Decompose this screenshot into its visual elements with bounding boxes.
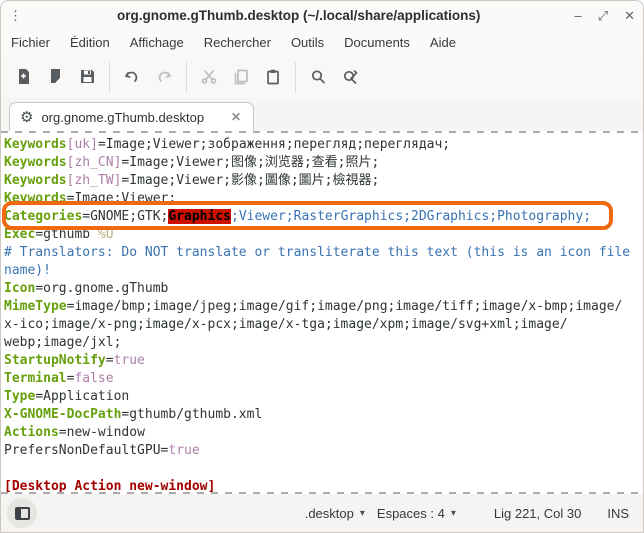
search-replace-button[interactable] (336, 63, 364, 91)
restore-button[interactable]: ⤢ (598, 9, 608, 22)
code-line: Icon=org.gnome.gThumb (4, 280, 643, 298)
new-document-icon (15, 68, 32, 85)
code-line: Categories=GNOME;GTK;Graphics;Viewer;Ras… (4, 208, 643, 226)
save-icon (79, 68, 96, 85)
copy-icon (232, 68, 250, 86)
bottom-dashed-divider (1, 492, 643, 494)
code-line: MimeType=image/bmp;image/jpeg;image/gif;… (4, 298, 643, 316)
window-menu-dots-icon[interactable]: ⋮ (9, 11, 23, 20)
undo-icon (123, 68, 141, 86)
menu-item-fichier[interactable]: Fichier (1, 31, 60, 54)
menu-item-edition[interactable]: Édition (60, 31, 120, 54)
tab-width-dropdown[interactable]: Espaces : 4 ▾ (371, 502, 462, 525)
paste-button[interactable] (259, 63, 287, 91)
menu-item-rechercher[interactable]: Rechercher (194, 31, 281, 54)
code-line: [Desktop Action new-window] (4, 478, 643, 492)
code-line: Keywords[zh_TW]=Image;Viewer;影像;圖像;圖片;檢視… (4, 172, 643, 190)
header-bar: ⋮ org.gnome.gThumb.desktop (~/.local/sha… (1, 1, 643, 29)
save-document-button[interactable] (73, 63, 101, 91)
code-line: Keywords=Image;Viewer; (4, 190, 643, 208)
code-line: Keywords[uk]=Image;Viewer;зображення;пер… (4, 136, 643, 154)
paste-icon (264, 68, 282, 86)
toolbar (1, 55, 643, 98)
code-line: x-ico;image/x-png;image/x-pcx;image/x-tg… (4, 316, 643, 334)
menu-item-aide[interactable]: Aide (420, 31, 466, 54)
toolbar-separator (295, 62, 296, 92)
search-button[interactable] (304, 63, 332, 91)
language-mode-dropdown[interactable]: .desktop ▾ (299, 502, 371, 525)
gear-icon: ⚙ (20, 110, 33, 125)
close-button[interactable]: ✕ (624, 9, 635, 22)
window-title: org.gnome.gThumb.desktop (~/.local/share… (23, 8, 574, 23)
text-editor[interactable]: Keywords[uk]=Image;Viewer;зображення;пер… (1, 133, 643, 492)
redo-icon (155, 68, 173, 86)
gedit-window: ⋮ org.gnome.gThumb.desktop (~/.local/sha… (0, 0, 644, 533)
minimize-button[interactable]: – (574, 9, 581, 22)
window-controls: – ⤢ ✕ (574, 9, 635, 22)
code-line (4, 460, 643, 478)
side-panel-toggle-button[interactable] (7, 498, 37, 528)
code-line: PrefersNonDefaultGPU=true (4, 442, 643, 460)
tab-close-icon[interactable]: ✕ (229, 110, 243, 124)
code-line: Actions=new-window (4, 424, 643, 442)
code-line: webp;image/jxl; (4, 334, 643, 352)
cursor-position-label: Lig 221, Col 30 (488, 502, 587, 525)
code-line: # Translators: Do NOT translate or trans… (4, 244, 643, 262)
side-panel-icon (15, 507, 30, 520)
menu-bar: FichierÉditionAffichageRechercherOutilsD… (1, 29, 643, 55)
menu-item-affichage[interactable]: Affichage (120, 31, 194, 54)
open-document-button[interactable] (41, 63, 69, 91)
cut-button[interactable] (195, 63, 223, 91)
tab-label: org.gnome.gThumb.desktop (41, 110, 220, 125)
status-bar: .desktop ▾ Espaces : 4 ▾ Lig 221, Col 30… (1, 494, 643, 532)
code-line: Exec=gthumb %U (4, 226, 643, 244)
cut-icon (200, 68, 218, 86)
copy-button[interactable] (227, 63, 255, 91)
input-mode-label: INS (601, 502, 635, 525)
code-line: StartupNotify=true (4, 352, 643, 370)
tab-org-gnome-gthumb-desktop[interactable]: ⚙ org.gnome.gThumb.desktop ✕ (9, 102, 254, 131)
code-line: Type=Application (4, 388, 643, 406)
chevron-down-icon: ▾ (360, 508, 365, 519)
menu-item-documents[interactable]: Documents (334, 31, 420, 54)
new-document-button[interactable] (9, 63, 37, 91)
editor-area: Keywords[uk]=Image;Viewer;зображення;пер… (1, 131, 643, 494)
undo-button[interactable] (118, 63, 146, 91)
menu-item-outils[interactable]: Outils (281, 31, 334, 54)
code-line: X-GNOME-DocPath=gthumb/gthumb.xml (4, 406, 643, 424)
code-line: Keywords[zh_CN]=Image;Viewer;图像;浏览器;查看;照… (4, 154, 643, 172)
toolbar-separator (186, 62, 187, 92)
code-line: name)! (4, 262, 643, 280)
chevron-down-icon: ▾ (451, 508, 456, 519)
redo-button[interactable] (150, 63, 178, 91)
toolbar-separator (109, 62, 110, 92)
tab-bar: ⚙ org.gnome.gThumb.desktop ✕ (1, 98, 643, 131)
language-mode-label: .desktop (305, 506, 354, 521)
open-document-icon (47, 68, 64, 85)
search-match-highlight: Graphics (168, 209, 231, 224)
search-replace-icon (341, 68, 359, 86)
tab-width-label: Espaces : 4 (377, 506, 445, 521)
search-icon (309, 68, 327, 86)
code-line: Terminal=false (4, 370, 643, 388)
